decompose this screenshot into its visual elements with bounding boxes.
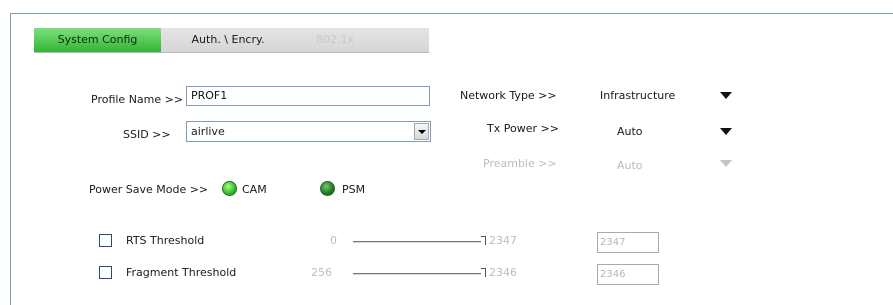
network-type-dropdown-arrow-icon[interactable] [720,92,732,99]
network-type-value[interactable]: Infrastructure [600,89,675,102]
rts-slider-handle[interactable] [481,236,486,245]
fragment-max-label: 2346 [489,266,517,279]
rts-value-field: 2347 [597,232,659,253]
power-save-mode-label: Power Save Mode >> [89,183,209,196]
profile-name-label: Profile Name >> [91,93,184,106]
fragment-slider-track[interactable] [353,273,481,275]
tab-802-1x[interactable]: 802.1x [300,28,370,52]
psm-label: PSM [342,183,366,196]
rts-threshold-label: RTS Threshold [126,234,205,247]
tab-auth-encry[interactable]: Auth. \ Encry. [182,28,274,52]
fragment-value-field: 2346 [597,264,659,285]
tab-system-config[interactable]: System Config [34,28,161,52]
profile-name-input[interactable]: PROF1 [186,86,430,106]
fragment-min-label: 256 [311,266,332,279]
fragment-threshold-checkbox[interactable] [99,266,112,279]
network-type-label: Network Type >> [460,89,557,102]
ssid-combo[interactable]: airlive [186,121,431,142]
preamble-dropdown-arrow-icon [720,160,732,167]
rts-threshold-checkbox[interactable] [99,234,112,247]
tx-power-dropdown-arrow-icon[interactable] [720,128,732,135]
config-panel [10,13,893,305]
ssid-label: SSID >> [123,128,171,141]
rts-slider-track[interactable] [353,241,481,243]
tx-power-label: Tx Power >> [487,122,559,135]
fragment-slider-handle[interactable] [481,268,486,277]
fragment-threshold-label: Fragment Threshold [126,266,237,279]
cam-radio-icon[interactable] [222,181,237,196]
ssid-dropdown-button[interactable] [414,123,429,140]
psm-radio-icon[interactable] [320,181,335,196]
ssid-value: airlive [191,125,225,138]
tx-power-value[interactable]: Auto [617,125,643,138]
rts-max-label: 2347 [489,234,517,247]
preamble-value: Auto [617,159,643,172]
rts-min-label: 0 [330,234,337,247]
cam-label: CAM [242,183,267,196]
preamble-label: Preamble >> [483,157,557,170]
